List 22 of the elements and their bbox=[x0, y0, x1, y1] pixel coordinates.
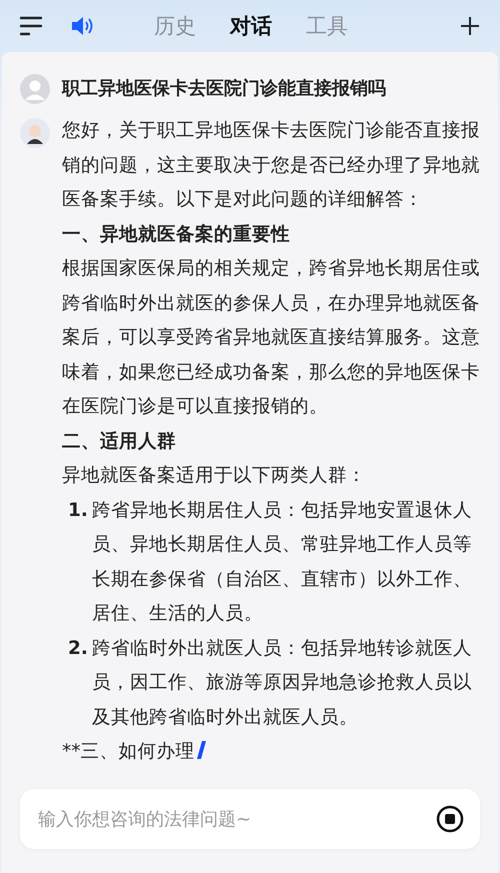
answer-paragraph: 异地就医备案适用于以下两类人群： bbox=[62, 464, 367, 488]
question-input-box[interactable]: 输入你想咨询的法律问题~ bbox=[20, 789, 480, 849]
answer-paragraph: 您好，关于职工异地医保卡去医院门诊能否直接报销的问题，这主要取决于您是否已经办理了异地就医备案手续。以下是对此问题的详细解答： bbox=[62, 119, 480, 212]
list-number: 2. bbox=[67, 636, 89, 660]
tab[interactable]: 工具 bbox=[306, 12, 348, 40]
plus-icon[interactable] bbox=[460, 16, 480, 36]
answer-paragraph: 根据国家医保局的相关规定，跨省异地长期居住或跨省临时外出就医的参保人员，在办理异地就医备案后，可以享受跨省异地就医直接结算服务。这意味着，如果您已经成功备案，那么您的异地医保卡在医院门诊是可以直接报销的。 bbox=[62, 257, 480, 419]
stop-icon[interactable] bbox=[436, 805, 464, 833]
assistant-avatar-icon bbox=[20, 118, 50, 148]
section-heading: 二、适用人群 bbox=[62, 430, 177, 454]
section-heading: 一、异地就医备案的重要性 bbox=[62, 222, 291, 246]
list-number: 1. bbox=[67, 498, 89, 522]
user-avatar-icon bbox=[20, 74, 50, 104]
question-text: 职工异地医保卡去医院门诊能直接报销吗 bbox=[62, 77, 386, 101]
tab[interactable]: 历史 bbox=[154, 12, 196, 40]
answer-paragraph: **三、如何办理 bbox=[62, 735, 480, 770]
question-input-field[interactable]: 输入你想咨询的法律问题~ bbox=[36, 808, 428, 830]
speaker-icon[interactable] bbox=[70, 15, 94, 37]
tab[interactable]: 对话 bbox=[230, 12, 272, 40]
list-item-text: 跨省异地长期居住人员：包括异地安置退休人员、异地长期居住人员、常驻异地工作人员等长期在参保省（自治区、直辖市）以外工作、居住、生活的人员。 bbox=[92, 498, 473, 626]
menu-icon[interactable] bbox=[20, 16, 44, 36]
list-item-text: 跨省临时外出就医人员：包括异地转诊就医人员，因工作、旅游等原因异地急诊抢救人员以及其他跨省临时外出就医人员。 bbox=[92, 636, 473, 730]
